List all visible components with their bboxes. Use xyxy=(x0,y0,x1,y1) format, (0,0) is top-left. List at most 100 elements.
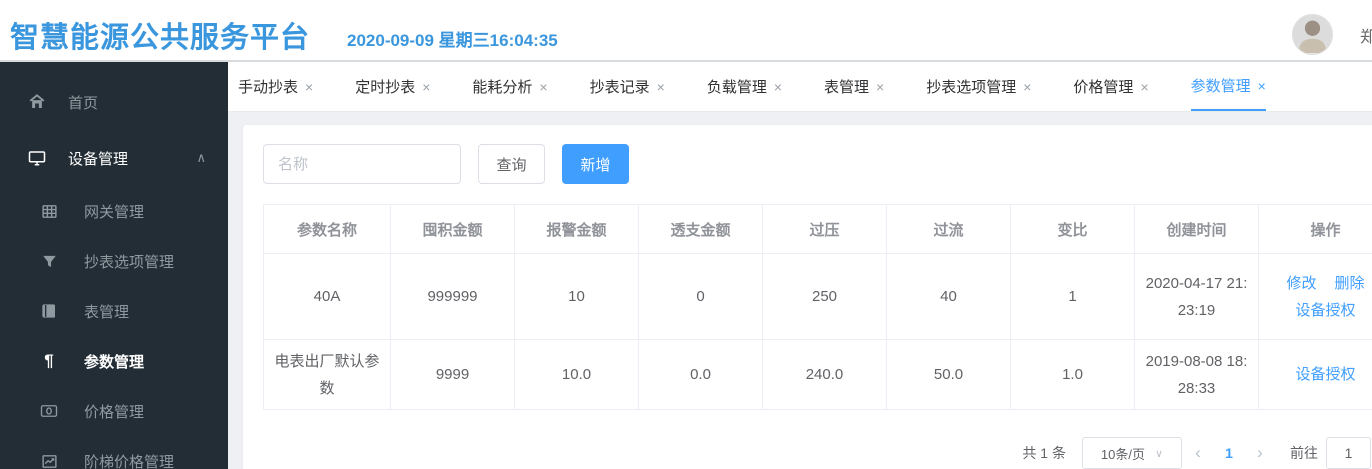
grid-icon xyxy=(40,202,58,220)
chevron-up-icon[interactable]: ∧ xyxy=(196,150,206,166)
device-auth-link[interactable]: 设备授权 xyxy=(1295,297,1355,324)
edit-link[interactable]: 修改 xyxy=(1286,270,1316,297)
device-auth-link[interactable]: 设备授权 xyxy=(1295,361,1355,388)
close-icon[interactable]: × xyxy=(305,79,313,95)
sidebar-item-gateway-mgmt[interactable]: 网关管理 xyxy=(0,186,228,236)
tab-label: 手动抄表 xyxy=(238,79,299,96)
cell-overdraft-amount: 0.0 xyxy=(638,339,763,410)
monitor-icon xyxy=(28,149,46,167)
sidebar-item-label: 设备管理 xyxy=(68,150,129,168)
table-row: 电表出厂默认参数 9999 10.0 0.0 240.0 50.0 1.0 20… xyxy=(263,339,1372,410)
close-icon[interactable]: × xyxy=(876,79,884,95)
sidebar-submenu: 网关管理 抄表选项管理 表管理 ¶ 参数管理 价格管理 阶梯价格管理 xyxy=(0,186,228,469)
delete-link[interactable]: 删除 xyxy=(1335,270,1365,297)
col-header-overvoltage: 过压 xyxy=(762,204,887,254)
goto-label: 前往 xyxy=(1290,445,1318,461)
goto-page-input[interactable] xyxy=(1326,437,1371,469)
close-icon[interactable]: × xyxy=(539,79,547,95)
add-button[interactable]: 新增 xyxy=(562,144,629,184)
sidebar-item-price-mgmt[interactable]: 价格管理 xyxy=(0,386,228,436)
money-icon xyxy=(40,402,58,420)
sidebar-item-meter-options-mgmt[interactable]: 抄表选项管理 xyxy=(0,236,228,286)
tab-meter-options-mgmt[interactable]: 抄表选项管理 × xyxy=(926,62,1031,111)
tab-label: 负载管理 xyxy=(706,79,767,96)
sidebar-item-label: 网关管理 xyxy=(84,203,145,221)
tab-energy-analysis[interactable]: 能耗分析 × xyxy=(472,62,547,111)
close-icon[interactable]: × xyxy=(774,79,782,95)
cell-actions: 设备授权 xyxy=(1258,339,1372,410)
cell-actions: 修改 删除 设备授权 xyxy=(1258,253,1372,340)
sidebar-item-label: 首页 xyxy=(68,94,99,112)
sidebar: 首页 设备管理 ∧ 网关管理 抄表选项管理 表管理 ¶ 参数管理 价格管理 阶梯… xyxy=(0,62,228,469)
tab-load-mgmt[interactable]: 负载管理 × xyxy=(707,62,782,111)
close-icon[interactable]: × xyxy=(657,79,665,95)
app-root: 智慧能源公共服务平台 2020-09-09 星期三16:04:35 郑 首页 设… xyxy=(0,0,1372,469)
close-icon[interactable]: × xyxy=(1258,78,1266,94)
search-input[interactable] xyxy=(263,144,461,184)
tab-param-mgmt[interactable]: 参数管理 × xyxy=(1190,62,1266,111)
sidebar-item-device-mgmt[interactable]: 设备管理 ∧ xyxy=(0,130,228,186)
cell-ratio: 1 xyxy=(1010,253,1135,340)
user-area[interactable]: 郑 xyxy=(1291,14,1372,55)
tab-manual-reading[interactable]: 手动抄表 × xyxy=(238,62,313,111)
page-size-select[interactable]: 10条/页 ∨ xyxy=(1082,437,1182,469)
user-name: 郑 xyxy=(1359,28,1372,46)
sidebar-item-label: 阶梯价格管理 xyxy=(84,453,175,469)
tab-label: 参数管理 xyxy=(1190,78,1251,95)
avatar-person-icon xyxy=(1292,15,1332,53)
cell-overvoltage: 250 xyxy=(762,253,887,340)
sidebar-item-label: 价格管理 xyxy=(84,403,145,421)
table-header-row: 参数名称 囤积金额 报警金额 透支金额 过压 过流 变比 创建时间 操作 xyxy=(263,204,1372,254)
page-number[interactable]: 1 xyxy=(1214,445,1244,461)
cell-created-time: 2019-08-08 18:28:33 xyxy=(1134,339,1259,410)
next-page-button[interactable]: › xyxy=(1244,443,1276,463)
cell-ratio: 1.0 xyxy=(1010,339,1135,410)
col-header-created-time: 创建时间 xyxy=(1134,204,1259,254)
pagination: 共 1 条 10条/页 ∨ ‹ 1 › 前往 页 xyxy=(1022,437,1372,469)
sidebar-item-tier-price-mgmt[interactable]: 阶梯价格管理 xyxy=(0,436,228,469)
cell-alarm-amount: 10.0 xyxy=(514,339,639,410)
avatar[interactable] xyxy=(1291,14,1333,55)
page-size-value: 10条/页 xyxy=(1100,446,1145,462)
datetime-display: 2020-09-09 星期三16:04:35 xyxy=(347,31,558,50)
tab-label: 抄表选项管理 xyxy=(926,79,1017,96)
tab-bar: 手动抄表 × 定时抄表 × 能耗分析 × 抄表记录 × 负载管理 × 表管理 ×… xyxy=(228,62,1372,112)
cell-created-time: 2020-04-17 21:23:19 xyxy=(1134,253,1259,340)
cell-overdraft-amount: 0 xyxy=(638,253,763,340)
col-header-alarm-amount: 报警金额 xyxy=(514,204,639,254)
tab-label: 定时抄表 xyxy=(355,79,416,96)
sidebar-item-meter-mgmt[interactable]: 表管理 xyxy=(0,286,228,336)
col-header-param-name: 参数名称 xyxy=(263,204,391,254)
tab-label: 价格管理 xyxy=(1073,79,1134,96)
book-icon xyxy=(40,302,58,320)
sidebar-item-label: 抄表选项管理 xyxy=(84,253,175,271)
close-icon[interactable]: × xyxy=(1023,79,1031,95)
total-count: 共 1 条 xyxy=(1022,445,1066,461)
sidebar-item-home[interactable]: 首页 xyxy=(0,74,228,130)
col-header-overcurrent: 过流 xyxy=(886,204,1011,254)
tab-scheduled-reading[interactable]: 定时抄表 × xyxy=(355,62,430,111)
cell-overcurrent: 50.0 xyxy=(886,339,1011,410)
cell-param-name: 电表出厂默认参数 xyxy=(263,339,391,410)
close-icon[interactable]: × xyxy=(1140,79,1148,95)
page-title: 智慧能源公共服务平台 xyxy=(10,22,311,54)
tab-reading-records[interactable]: 抄表记录 × xyxy=(590,62,665,111)
sidebar-item-label: 参数管理 xyxy=(84,353,145,371)
tab-meter-mgmt[interactable]: 表管理 × xyxy=(824,62,884,111)
cell-stock-amount: 9999 xyxy=(390,339,515,410)
close-icon[interactable]: × xyxy=(422,79,430,95)
sidebar-item-param-mgmt[interactable]: ¶ 参数管理 xyxy=(0,336,228,386)
chevron-down-icon: ∨ xyxy=(1155,447,1164,460)
home-icon xyxy=(28,93,46,111)
filter-icon xyxy=(40,252,58,270)
toolbar: 查询 新增 xyxy=(263,144,629,184)
cell-overvoltage: 240.0 xyxy=(762,339,887,410)
query-button[interactable]: 查询 xyxy=(478,144,545,184)
prev-page-button[interactable]: ‹ xyxy=(1182,443,1214,463)
param-table: 参数名称 囤积金额 报警金额 透支金额 过压 过流 变比 创建时间 操作 40A… xyxy=(263,204,1372,410)
col-header-overdraft-amount: 透支金额 xyxy=(638,204,763,254)
app-header: 智慧能源公共服务平台 2020-09-09 星期三16:04:35 郑 xyxy=(0,0,1372,62)
tab-price-mgmt[interactable]: 价格管理 × xyxy=(1073,62,1148,111)
col-header-actions: 操作 xyxy=(1258,204,1372,254)
col-header-stock-amount: 囤积金额 xyxy=(390,204,515,254)
